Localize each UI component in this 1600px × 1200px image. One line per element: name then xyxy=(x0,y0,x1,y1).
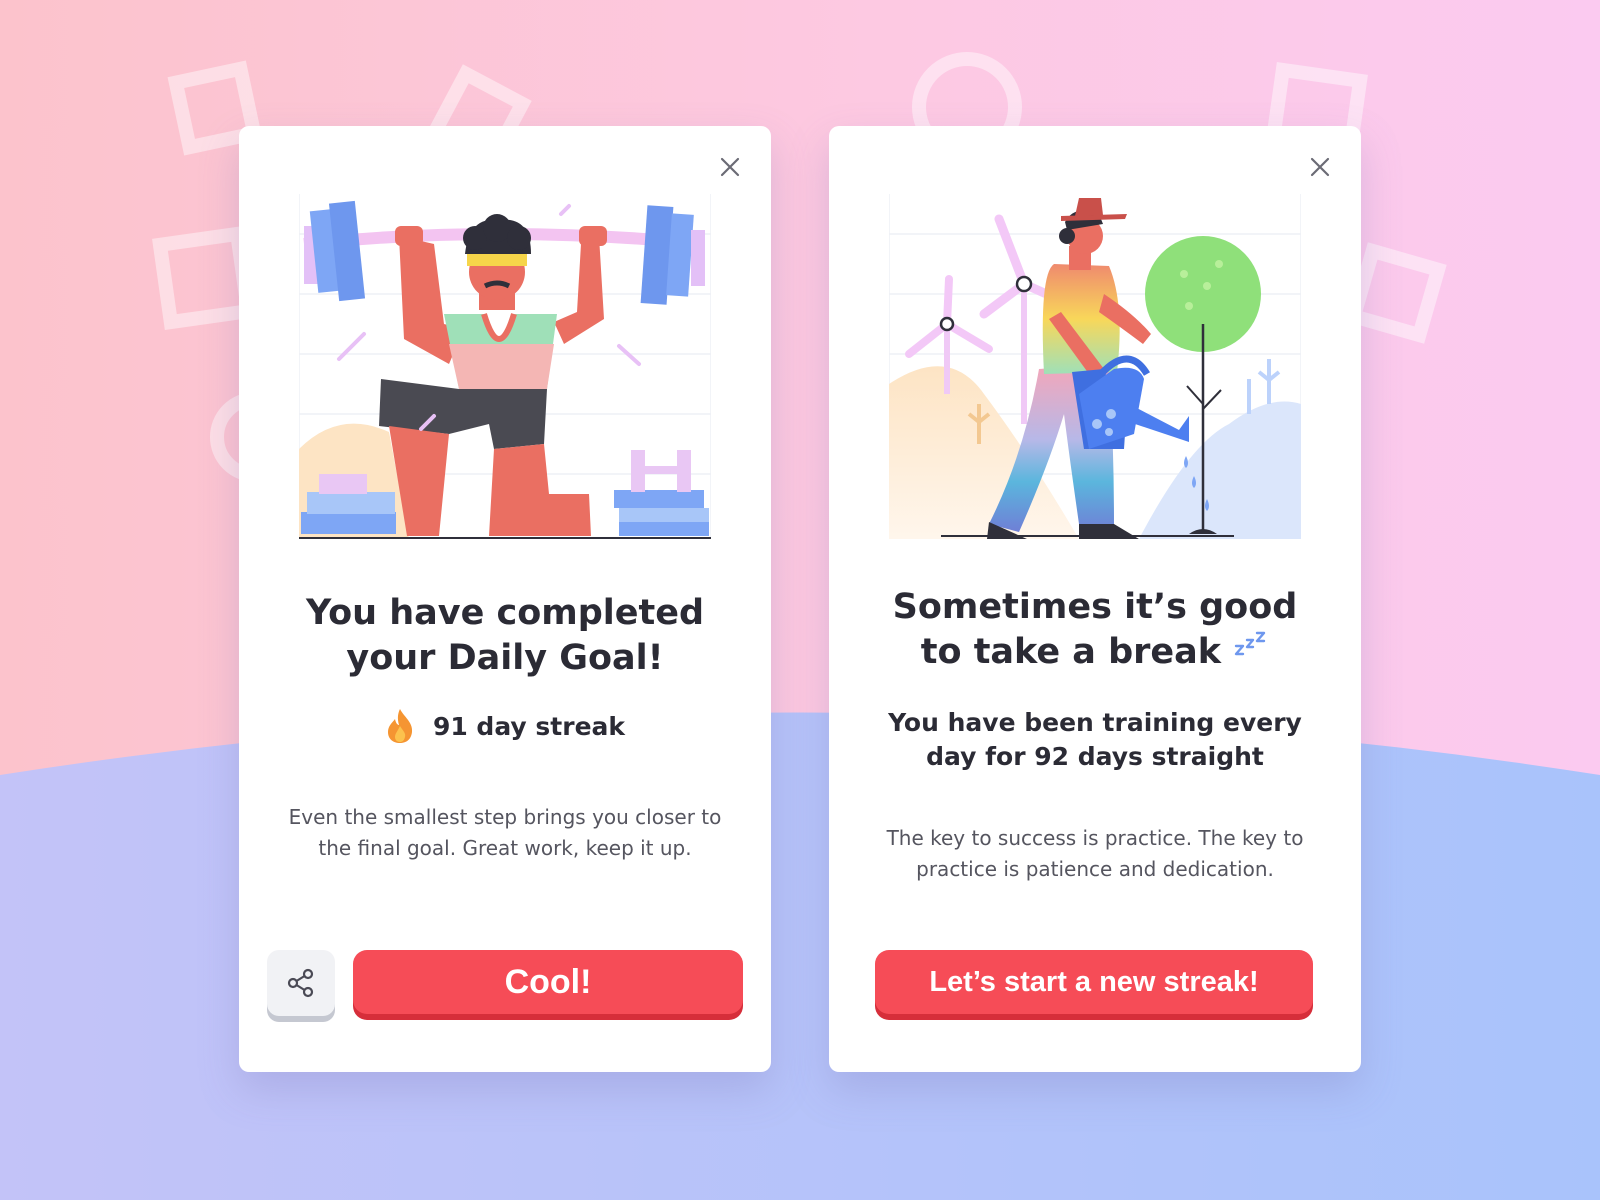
message-line: the final goal. Great work, keep it up. xyxy=(318,836,692,860)
title-line: to take a break xyxy=(920,632,1222,672)
subtitle-line: day for 92 days straight xyxy=(926,742,1264,771)
flame-icon xyxy=(387,709,413,743)
practice-message: The key to success is practice. The key … xyxy=(869,823,1321,885)
close-icon[interactable] xyxy=(1305,152,1335,182)
message-line: Even the smallest step brings you closer… xyxy=(288,805,722,829)
title-line: You have completed xyxy=(305,593,705,633)
cool-button[interactable]: Cool! xyxy=(353,950,743,1014)
title-line: Sometimes it’s good xyxy=(892,587,1298,627)
start-new-streak-button[interactable]: Let’s start a new streak! xyxy=(875,950,1313,1014)
close-icon[interactable] xyxy=(715,152,745,182)
card-title: You have completed your Daily Goal! xyxy=(259,591,751,681)
training-subtitle: You have been training every day for 92 … xyxy=(849,706,1341,774)
weightlifter-illustration xyxy=(299,194,711,539)
streak-row: 91 day streak xyxy=(239,706,771,746)
card-title: Sometimes it’s good to take a break xyxy=(849,585,1341,675)
encouragement-message: Even the smallest step brings you closer… xyxy=(279,802,731,864)
daily-goal-card: You have completed your Daily Goal! 91 d… xyxy=(239,126,771,1072)
streak-count: 91 day streak xyxy=(432,711,626,741)
gardener-illustration xyxy=(889,194,1301,539)
zzz-icon xyxy=(1235,631,1266,656)
title-line-with-icon: to take a break xyxy=(849,630,1341,675)
title-line: your Daily Goal! xyxy=(346,638,664,678)
share-button[interactable] xyxy=(267,950,335,1016)
subtitle-line: You have been training every xyxy=(888,708,1302,737)
message-line: practice is patience and dedication. xyxy=(916,857,1274,881)
message-line: The key to success is practice. The key … xyxy=(886,826,1304,850)
take-a-break-card: Sometimes it’s good to take a break You … xyxy=(829,126,1361,1072)
share-icon xyxy=(287,968,314,998)
